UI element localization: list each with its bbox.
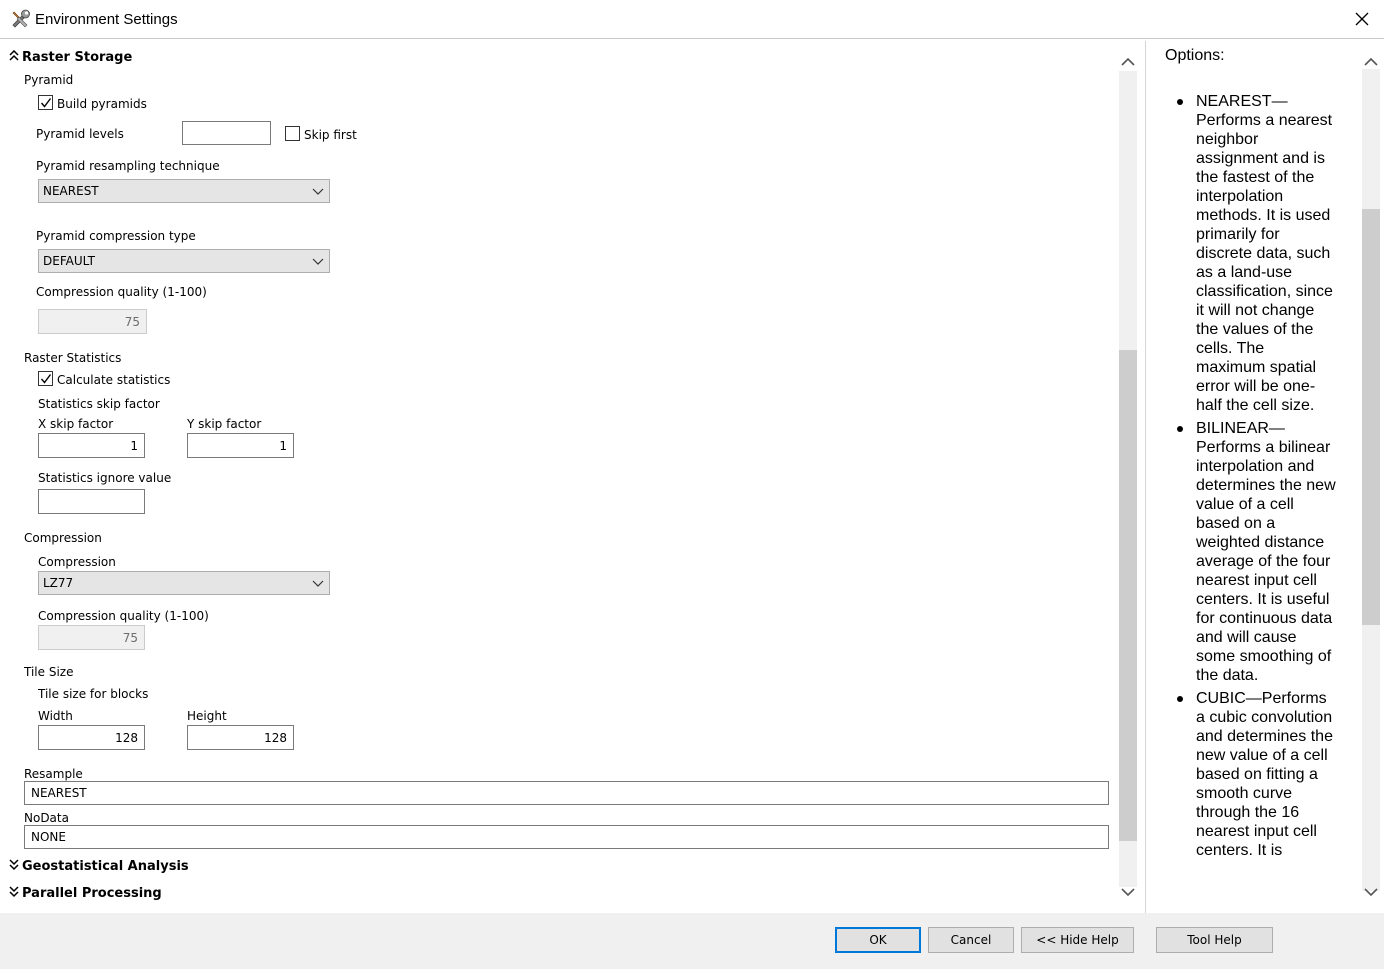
chevron-down-icon: [312, 258, 324, 265]
section-raster-storage[interactable]: Raster Storage: [22, 50, 132, 65]
nodata-input[interactable]: NONE: [24, 825, 1109, 849]
help-option-text: CUBIC—Performs a cubic convolution and d…: [1196, 690, 1333, 859]
dialog-footer: OK Cancel << Hide Help Tool Help: [0, 913, 1384, 969]
expand-section-icon[interactable]: [9, 886, 19, 898]
close-button[interactable]: [1346, 4, 1378, 34]
tools-icon: [12, 9, 30, 28]
tile-width-label: Width: [38, 709, 73, 723]
tile-size-group-label: Tile Size: [24, 665, 74, 679]
compression-type-label: Pyramid compression type: [36, 229, 196, 243]
chevron-down-icon: [312, 188, 324, 195]
nodata-label: NoData: [24, 811, 69, 825]
checkmark-icon: [40, 98, 52, 108]
help-title: Options:: [1165, 47, 1225, 64]
close-icon: [1355, 12, 1369, 26]
help-options-list: NEAREST—Performs a nearest neighbor assi…: [1177, 92, 1356, 864]
scroll-up-icon[interactable]: [1362, 55, 1380, 69]
scroll-up-icon[interactable]: [1119, 55, 1137, 69]
x-skip-factor-label: X skip factor: [38, 417, 114, 431]
settings-pane: Raster Storage Pyramid Build pyramids Py…: [3, 41, 1141, 913]
raster-statistics-group-label: Raster Statistics: [24, 351, 122, 365]
collapse-section-icon[interactable]: [9, 50, 19, 62]
calculate-statistics-checkbox[interactable]: [38, 371, 53, 386]
resample-input[interactable]: NEAREST: [24, 781, 1109, 805]
help-option-text: BILINEAR—Performs a bilinear interpolati…: [1196, 420, 1336, 684]
compression-type-value: DEFAULT: [43, 254, 95, 268]
expand-section-icon[interactable]: [9, 859, 19, 871]
compression-quality-input: 75: [38, 625, 145, 650]
hide-help-button[interactable]: << Hide Help: [1021, 927, 1134, 953]
cancel-button[interactable]: Cancel: [928, 927, 1014, 953]
resampling-technique-value: NEAREST: [43, 184, 99, 198]
resampling-technique-select[interactable]: NEAREST: [38, 179, 330, 203]
build-pyramids-checkbox[interactable]: [38, 95, 53, 110]
statistics-ignore-value-label: Statistics ignore value: [38, 471, 172, 485]
section-geostatistical-analysis[interactable]: Geostatistical Analysis: [22, 859, 189, 874]
calculate-statistics-label: Calculate statistics: [57, 373, 171, 387]
pyramid-levels-label: Pyramid levels: [36, 127, 124, 141]
y-skip-factor-input[interactable]: 1: [187, 433, 294, 458]
tile-size-blocks-label: Tile size for blocks: [38, 687, 149, 701]
compression-type-label-2: Compression: [38, 555, 116, 569]
compression-group-label: Compression: [24, 531, 102, 545]
tile-width-input[interactable]: 128: [38, 725, 145, 750]
resample-label: Resample: [24, 767, 83, 781]
chevron-down-icon: [312, 580, 324, 587]
build-pyramids-label: Build pyramids: [57, 97, 147, 111]
scroll-down-icon[interactable]: [1362, 885, 1380, 899]
bullet-icon: [1177, 99, 1183, 105]
list-item: BILINEAR—Performs a bilinear interpolati…: [1177, 419, 1356, 685]
skip-first-checkbox[interactable]: [285, 126, 300, 141]
help-scrollbar-thumb[interactable]: [1362, 209, 1380, 625]
x-skip-factor-input[interactable]: 1: [38, 433, 145, 458]
list-item: NEAREST—Performs a nearest neighbor assi…: [1177, 92, 1356, 415]
tile-height-input[interactable]: 128: [187, 725, 294, 750]
compression-type-select[interactable]: DEFAULT: [38, 249, 330, 273]
bullet-icon: [1177, 426, 1183, 432]
statistics-ignore-value-input[interactable]: [38, 489, 145, 514]
compression-quality-label: Compression quality (1-100): [38, 609, 209, 623]
pyramid-compression-quality-label: Compression quality (1-100): [36, 285, 207, 299]
compression-select[interactable]: LZ77: [38, 571, 330, 595]
help-option-text: NEAREST—Performs a nearest neighbor assi…: [1196, 93, 1333, 414]
help-pane: Options: NEAREST—Performs a nearest neig…: [1145, 41, 1381, 913]
pyramid-compression-quality-input: 75: [38, 309, 147, 334]
resampling-technique-label: Pyramid resampling technique: [36, 159, 220, 173]
list-item: CUBIC—Performs a cubic convolution and d…: [1177, 689, 1356, 860]
tool-help-button[interactable]: Tool Help: [1156, 927, 1273, 953]
bullet-icon: [1177, 696, 1183, 702]
compression-value: LZ77: [43, 576, 74, 590]
section-parallel-processing[interactable]: Parallel Processing: [22, 886, 162, 901]
settings-scrollbar-thumb[interactable]: [1119, 350, 1137, 841]
tile-height-label: Height: [187, 709, 227, 723]
skip-first-label: Skip first: [304, 128, 357, 142]
pyramid-group-label: Pyramid: [24, 73, 74, 87]
y-skip-factor-label: Y skip factor: [187, 417, 262, 431]
statistics-skip-factor-label: Statistics skip factor: [38, 397, 160, 411]
title-bar: Environment Settings: [0, 0, 1384, 39]
checkmark-icon: [40, 374, 52, 384]
pyramid-levels-input[interactable]: [182, 121, 271, 145]
scroll-down-icon[interactable]: [1119, 885, 1137, 899]
ok-button[interactable]: OK: [835, 927, 921, 953]
window-title: Environment Settings: [35, 11, 178, 28]
